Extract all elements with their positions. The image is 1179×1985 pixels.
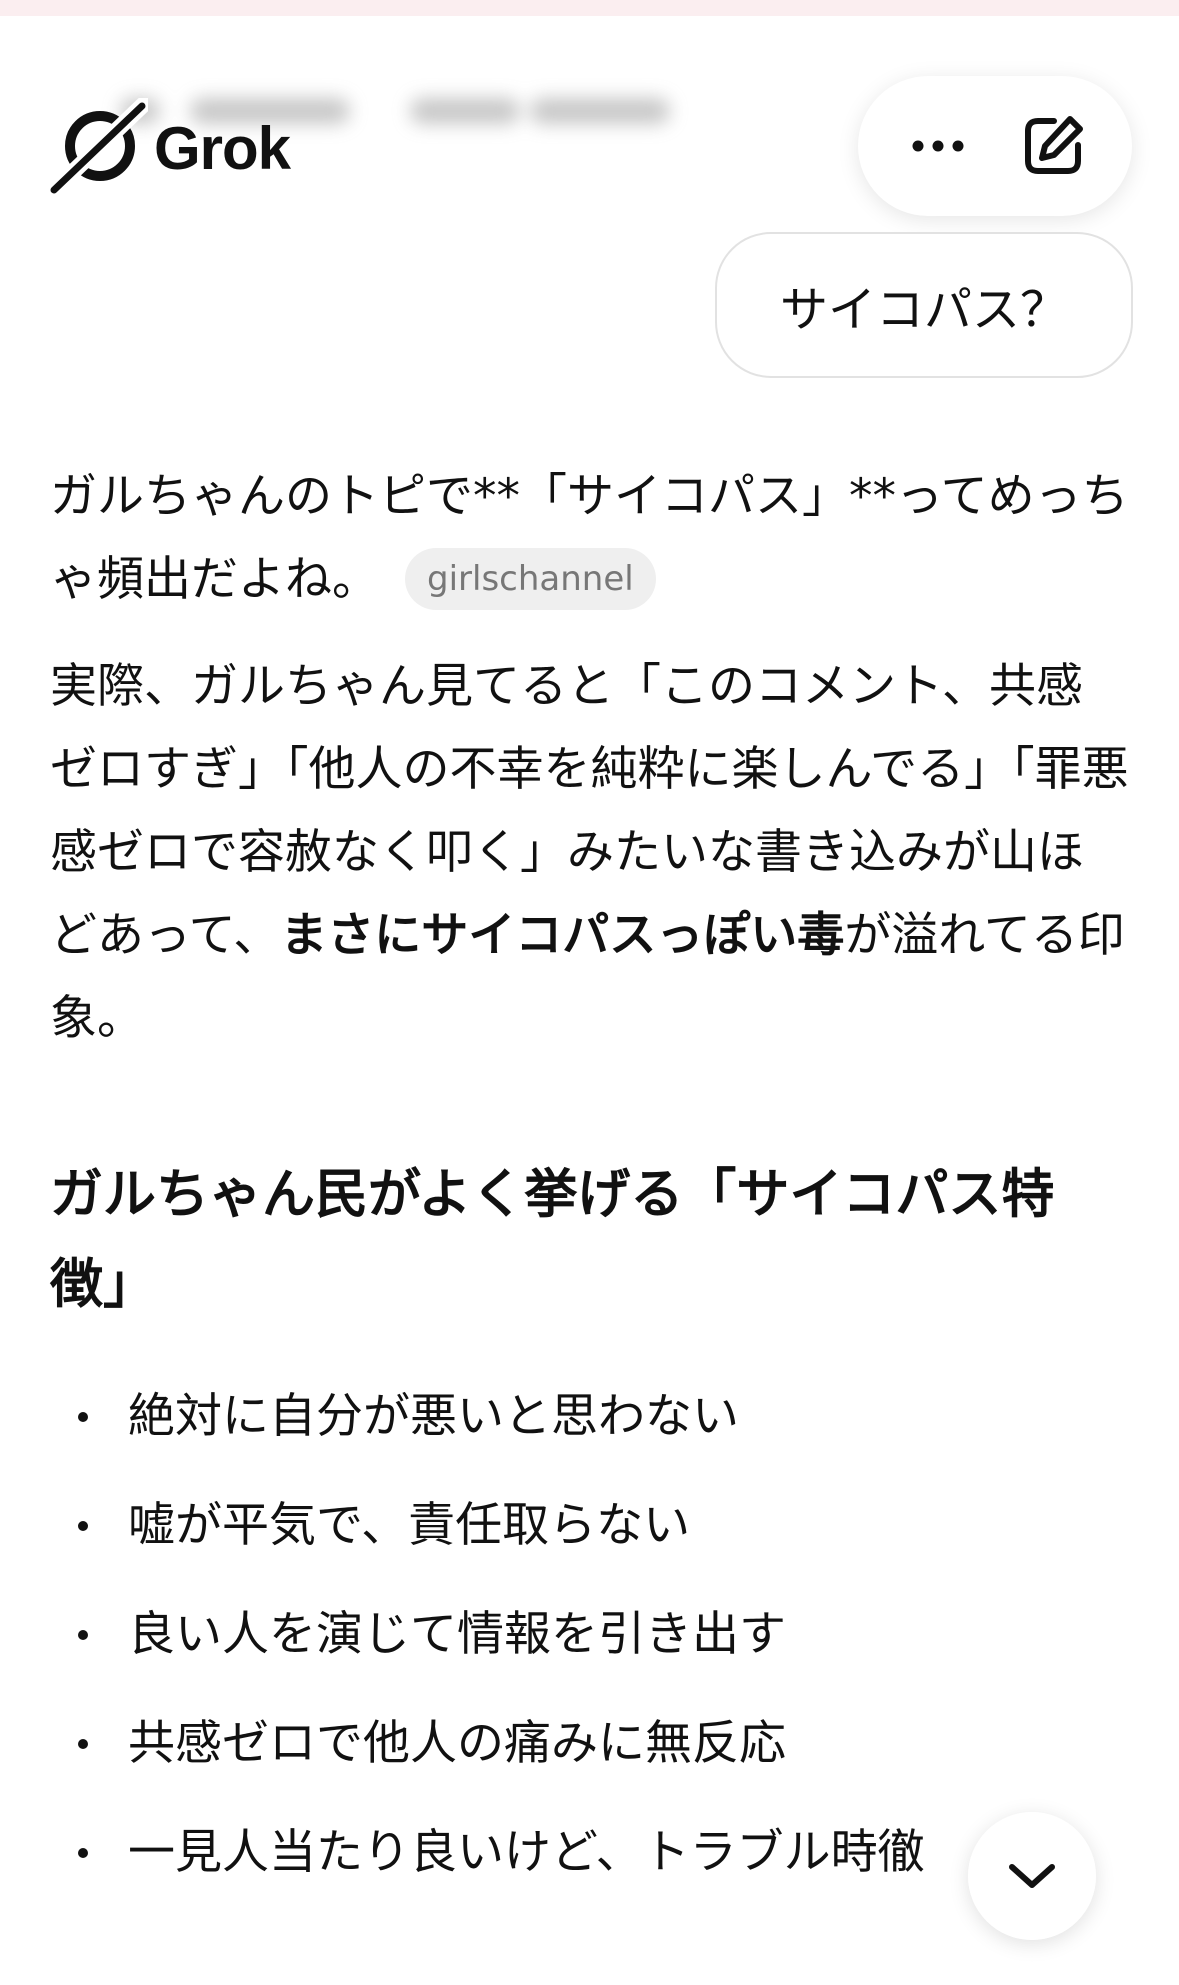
bullet-dot xyxy=(78,1412,88,1422)
grok-logo-text: Grok xyxy=(154,114,291,182)
bullet-dot xyxy=(78,1848,88,1858)
assistant-response: ガルちゃんのトピで**「サイコパス」**ってめっちゃ頻出だよね。 girlscha… xyxy=(50,455,1130,1060)
list-item-text: 嘘が平気で、責任取らない xyxy=(128,1498,691,1553)
response-paragraph-1: ガルちゃんのトピで**「サイコパス」**ってめっちゃ頻出だよね。 girlscha… xyxy=(50,455,1130,621)
list-item: 絶対に自分が悪いと思わない xyxy=(50,1376,1130,1458)
list-item-text: 一見人当たり良いけど、トラブル時徹 xyxy=(128,1825,925,1880)
chevron-down-icon xyxy=(1009,1864,1055,1888)
new-chat-button[interactable] xyxy=(1008,101,1098,191)
list-item-text: 良い人を演じて情報を引き出す xyxy=(128,1607,786,1662)
grok-logo-icon xyxy=(48,98,148,198)
more-horizontal-icon xyxy=(912,140,963,152)
list-item: 良い人を演じて情報を引き出す xyxy=(50,1594,1130,1676)
header-actions xyxy=(858,76,1132,216)
bullet-dot xyxy=(78,1739,88,1749)
paragraph-2-bold: まさにサイコパスっぽい毒 xyxy=(280,908,845,963)
bullet-dot xyxy=(78,1521,88,1531)
more-button[interactable] xyxy=(893,101,983,191)
edit-icon xyxy=(1024,116,1083,174)
scroll-to-bottom-button[interactable] xyxy=(968,1812,1096,1940)
response-heading: ガルちゃん民がよく挙げる「サイコパス特徴」 xyxy=(50,1164,1055,1315)
grok-logo[interactable]: Grok xyxy=(48,98,291,198)
list-item-text: 共感ゼロで他人の痛みに無反応 xyxy=(128,1716,786,1771)
list-item: 共感ゼロで他人の痛みに無反応 xyxy=(50,1703,1130,1785)
source-chip[interactable]: girlschannel xyxy=(405,547,656,610)
list-item-text: 絶対に自分が悪いと思わない xyxy=(128,1389,739,1444)
status-bar-tint xyxy=(0,0,1179,16)
user-message-bubble: サイコパス？ xyxy=(715,232,1133,378)
user-message-text: サイコパス？ xyxy=(779,282,1068,338)
trait-bullet-list: 絶対に自分が悪いと思わない 嘘が平気で、責任取らない 良い人を演じて情報を引き出… xyxy=(50,1376,1130,1921)
bullet-dot xyxy=(78,1630,88,1640)
list-item: 嘘が平気で、責任取らない xyxy=(50,1485,1130,1567)
app-header: Grok xyxy=(0,16,1179,226)
response-paragraph-2: 実際、ガルちゃん見てると「このコメント、共感ゼロすぎ」「他人の不幸を純粋に楽しん… xyxy=(50,645,1130,1060)
